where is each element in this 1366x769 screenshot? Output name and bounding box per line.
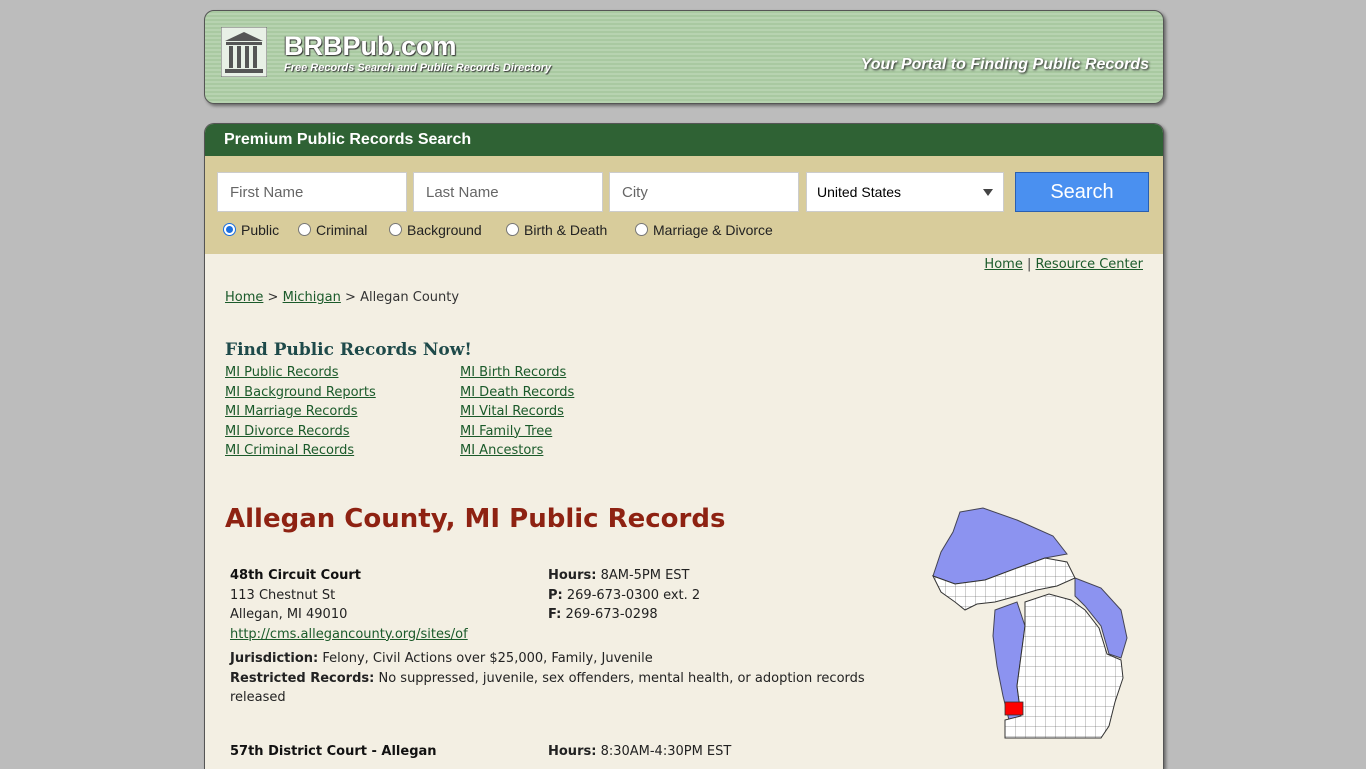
record-hours: 8:30AM-4:30PM EST	[600, 744, 732, 759]
radio-criminal[interactable]: Criminal	[298, 222, 367, 238]
portal-slogan: Your Portal to Finding Public Records	[860, 56, 1149, 73]
top-links: Home | Resource Center	[984, 257, 1143, 272]
records-links-col2: MI Birth Records MI Death Records MI Vit…	[460, 363, 574, 461]
record-street: 113 Chestnut St	[230, 587, 336, 603]
radio-public[interactable]: Public	[223, 222, 279, 238]
link-mi-birth-records[interactable]: MI Birth Records	[460, 363, 574, 383]
record-name: 48th Circuit Court	[230, 568, 362, 583]
record-contact-block: Hours: 8AM-5PM EST P: 269-673-0300 ext. …	[548, 568, 701, 622]
link-mi-background-reports[interactable]: MI Background Reports	[225, 383, 376, 403]
city-input[interactable]	[609, 172, 799, 212]
top-link-home[interactable]: Home	[984, 257, 1022, 272]
breadcrumb-home[interactable]: Home	[225, 290, 263, 305]
record-fax: 269-673-0298	[565, 607, 658, 622]
radio-icon[interactable]	[506, 223, 519, 236]
site-name[interactable]: BRBPub.com	[284, 31, 457, 62]
radio-icon[interactable]	[635, 223, 648, 236]
link-mi-divorce-records[interactable]: MI Divorce Records	[225, 422, 376, 442]
link-mi-death-records[interactable]: MI Death Records	[460, 383, 574, 403]
link-mi-criminal-records[interactable]: MI Criminal Records	[225, 441, 376, 461]
link-mi-public-records[interactable]: MI Public Records	[225, 363, 376, 383]
radio-icon[interactable]	[389, 223, 402, 236]
country-select[interactable]: United States	[806, 172, 1004, 212]
site-tagline: Free Records Search and Public Records D…	[284, 62, 552, 74]
record-address-block: 48th Circuit Court 113 Chestnut St Alleg…	[230, 566, 468, 644]
country-select-value: United States	[817, 184, 902, 200]
records-links-col1: MI Public Records MI Background Reports …	[225, 363, 376, 461]
building-logo-icon[interactable]	[221, 27, 267, 77]
link-mi-vital-records[interactable]: MI Vital Records	[460, 402, 574, 422]
record-website-link[interactable]: http://cms.allegancounty.org/sites/of	[230, 627, 468, 642]
allegan-county-highlight	[1004, 701, 1024, 716]
record-contact-block: Hours: 8:30AM-4:30PM EST	[548, 744, 732, 759]
breadcrumb-michigan[interactable]: Michigan	[283, 290, 341, 305]
link-mi-family-tree[interactable]: MI Family Tree	[460, 422, 574, 442]
breadcrumb: Home > Michigan > Allegan County	[225, 290, 460, 305]
radio-birth-death[interactable]: Birth & Death	[506, 222, 607, 238]
first-name-input[interactable]	[217, 172, 407, 212]
top-link-resource-center[interactable]: Resource Center	[1035, 257, 1143, 272]
record-city: Allegan, MI 49010	[230, 607, 348, 622]
county-title: Allegan County, MI Public Records	[225, 504, 726, 534]
breadcrumb-current: Allegan County	[360, 290, 460, 305]
search-panel-title: Premium Public Records Search	[205, 124, 1163, 156]
record-address-block: 57th District Court - Allegan	[230, 742, 437, 762]
link-mi-ancestors[interactable]: MI Ancestors	[460, 441, 574, 461]
record-phone: 269-673-0300 ext. 2	[566, 587, 701, 603]
site-header: BRBPub.com Free Records Search and Publi…	[204, 10, 1164, 104]
main-panel: Premium Public Records Search United Sta…	[204, 123, 1164, 769]
record-name: 57th District Court - Allegan	[230, 744, 437, 759]
link-mi-marriage-records[interactable]: MI Marriage Records	[225, 402, 376, 422]
record-jurisdiction-block: Jurisdiction: Felony, Civil Actions over…	[230, 651, 865, 705]
last-name-input[interactable]	[413, 172, 603, 212]
radio-selected-icon[interactable]	[223, 223, 236, 236]
radio-background[interactable]: Background	[389, 222, 482, 238]
record-hours: 8AM-5PM EST	[600, 568, 690, 583]
record-jurisdiction: Felony, Civil Actions over $25,000, Fami…	[322, 651, 653, 666]
radio-marriage-divorce[interactable]: Marriage & Divorce	[635, 222, 773, 238]
find-records-heading: Find Public Records Now!	[225, 340, 472, 360]
michigan-county-map	[931, 507, 1128, 739]
chevron-down-icon	[983, 189, 993, 196]
radio-icon[interactable]	[298, 223, 311, 236]
search-button[interactable]: Search	[1015, 172, 1149, 212]
search-bar: United States Search Public Criminal Bac…	[205, 156, 1163, 254]
